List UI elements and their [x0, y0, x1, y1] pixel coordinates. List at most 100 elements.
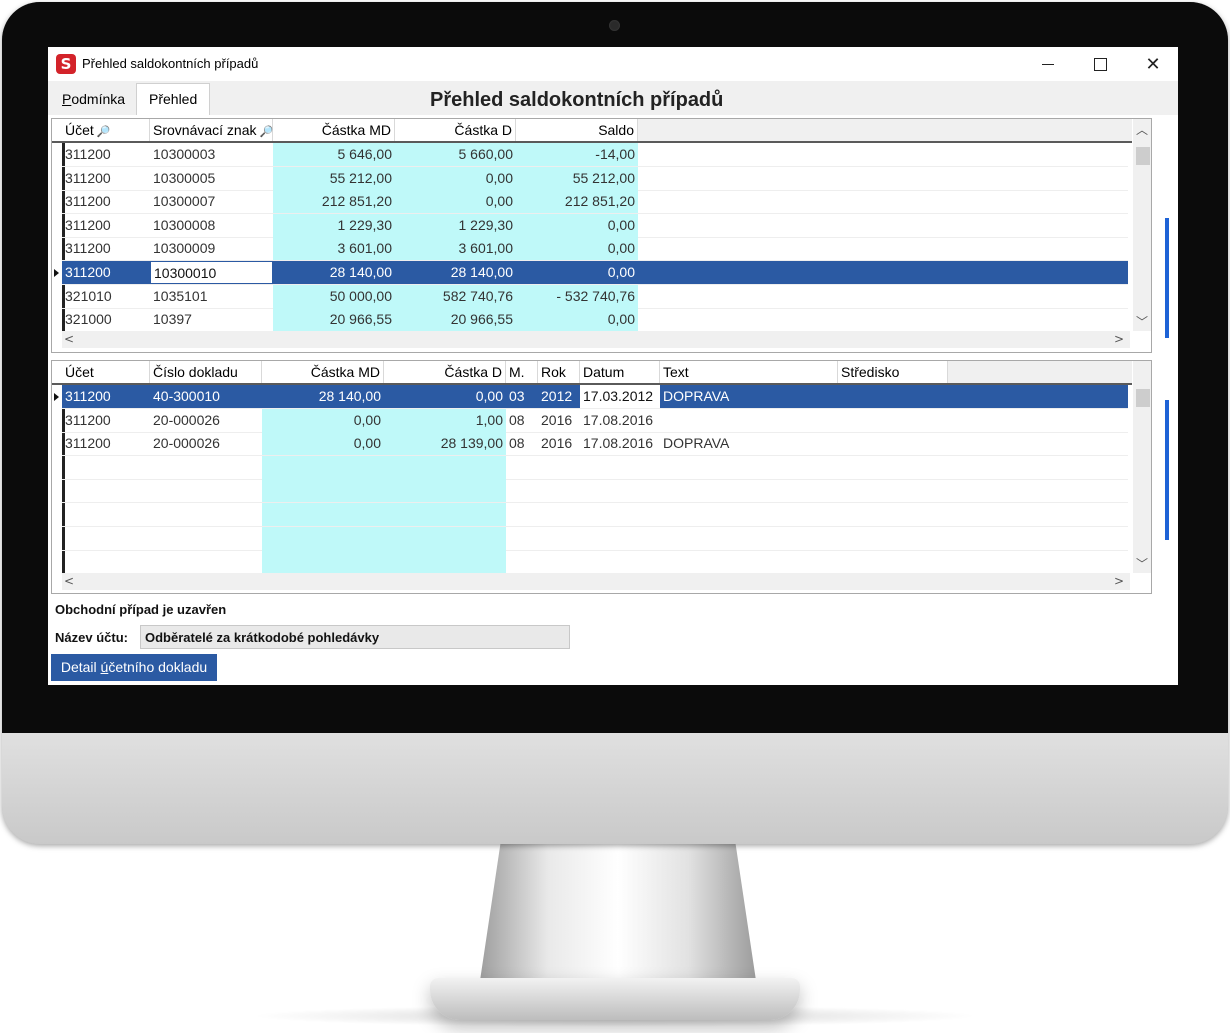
- column-header[interactable]: Částka MD: [273, 119, 395, 141]
- table-cell: 17.08.2016: [583, 435, 654, 452]
- table-cell: 10300007: [153, 193, 216, 210]
- table-cell: DOPRAVA: [663, 435, 730, 452]
- panel-splitter[interactable]: [1156, 118, 1176, 592]
- table-cell: [660, 527, 838, 550]
- column-header[interactable]: Účet: [62, 361, 150, 383]
- column-header-label: Srovnávací znak: [153, 122, 257, 138]
- column-header[interactable]: M.: [506, 361, 538, 383]
- scroll-left-icon[interactable]: <: [64, 331, 74, 348]
- table-cell: 0,00: [395, 166, 516, 190]
- document-detail-button[interactable]: Detail účetního dokladu: [51, 654, 217, 681]
- table-cell: [660, 503, 838, 526]
- table-cell: 311200: [65, 388, 111, 404]
- table-row[interactable]: 311200 10300009 3 601,00 3 601,00 0,00: [62, 237, 1128, 262]
- scroll-left-icon[interactable]: <: [64, 573, 74, 590]
- table-cell: 321000: [65, 311, 112, 328]
- account-name-label: Název účtu:: [55, 630, 128, 645]
- table-cell: [62, 479, 150, 502]
- table-cell: 311200: [65, 169, 111, 186]
- cases-grid-vscroll[interactable]: ︿ ﹀: [1133, 119, 1151, 331]
- column-header[interactable]: Srovnávací znak 🔎: [150, 119, 273, 141]
- table-cell: 5 646,00: [273, 143, 395, 166]
- window-title: Přehled saldokontních případů: [82, 56, 259, 71]
- tab-podminka[interactable]: Podmínka: [50, 84, 138, 114]
- scroll-thumb[interactable]: [1136, 389, 1150, 407]
- column-header[interactable]: Částka D: [395, 119, 516, 141]
- cases-grid-hscroll[interactable]: < >: [62, 331, 1130, 348]
- column-header[interactable]: Saldo: [516, 119, 638, 141]
- table-cell: 0,00: [516, 308, 638, 332]
- table-cell: [384, 526, 506, 550]
- table-cell: [660, 550, 838, 573]
- table-cell: 1,00: [384, 408, 506, 432]
- table-row[interactable]: 311200 40-300010 28 140,00 0,00 03 2012 17.03.…: [62, 385, 1128, 409]
- table-cell: [62, 550, 150, 573]
- table-cell: 03: [509, 388, 525, 404]
- table-cell: [838, 527, 948, 550]
- table-cell: 212 851,20: [516, 190, 638, 214]
- column-header[interactable]: Text: [660, 361, 838, 383]
- scroll-right-icon[interactable]: >: [1114, 331, 1124, 348]
- table-row[interactable]: 311200 20-000026 0,00 28 139,00 08 2016 17.08.…: [62, 432, 1128, 457]
- table-cell: 582 740,76: [395, 284, 516, 308]
- column-header[interactable]: Středisko: [838, 361, 948, 383]
- documents-grid-vscroll[interactable]: ﹀: [1133, 361, 1151, 573]
- documents-grid-header: Účet Číslo dokladu Částka MD Částka D M. Rok D…: [52, 361, 1132, 385]
- table-cell: 20 966,55: [273, 308, 395, 332]
- table-row[interactable]: 311200 10300008 1 229,30 1 229,30 0,00: [62, 213, 1128, 238]
- table-cell: [838, 479, 948, 502]
- table-row[interactable]: 311200 20-000026 0,00 1,00 08 2016 17.08.2016: [62, 408, 1128, 433]
- detail-btn-post: četního dokladu: [108, 659, 208, 675]
- column-header[interactable]: Číslo dokladu: [150, 361, 262, 383]
- tab-podminka-mnemonic: P: [62, 91, 72, 107]
- table-row[interactable]: 311200 10300003 5 646,00 5 660,00 -14,00: [62, 143, 1128, 167]
- case-status-text: Obchodní případ je uzavřen: [55, 602, 227, 617]
- scroll-down-icon[interactable]: ﹀: [1136, 313, 1148, 330]
- scroll-down-icon[interactable]: ﹀: [1136, 555, 1148, 572]
- table-cell: [838, 503, 948, 526]
- header-filler: [638, 119, 1132, 141]
- table-cell: [506, 550, 538, 573]
- documents-grid-hscroll[interactable]: < >: [62, 573, 1130, 590]
- table-cell: 28 139,00: [384, 432, 506, 456]
- table-cell: 55 212,00: [516, 166, 638, 190]
- cell-editor[interactable]: 10300010: [150, 261, 273, 284]
- table-cell: [150, 503, 262, 526]
- table-cell: [384, 479, 506, 503]
- column-header[interactable]: Účet 🔎: [62, 119, 150, 141]
- column-header-label: Saldo: [598, 122, 634, 138]
- column-header[interactable]: Datum: [580, 361, 660, 383]
- empty-row: [62, 550, 1128, 575]
- scroll-right-icon[interactable]: >: [1114, 573, 1124, 590]
- column-header[interactable]: Částka D: [384, 361, 506, 383]
- tab-prehled[interactable]: Přehled: [136, 83, 211, 115]
- cases-grid[interactable]: Účet 🔎 Srovnávací znak 🔎 Částka MD Částka D…: [51, 118, 1152, 353]
- column-header[interactable]: Rok: [538, 361, 580, 383]
- scroll-thumb[interactable]: [1136, 147, 1150, 165]
- scroll-up-icon[interactable]: ︿: [1136, 121, 1148, 138]
- table-cell: [62, 503, 150, 526]
- table-row[interactable]: 321010 1035101 50 000,00 582 740,76- 532 74…: [62, 284, 1128, 309]
- camera-icon: [609, 20, 620, 31]
- table-cell: [506, 503, 538, 526]
- column-header[interactable]: Částka MD: [262, 361, 384, 383]
- table-row[interactable]: 311200 10300010 28 140,00 28 140,00 0,00: [62, 261, 1128, 285]
- table-cell: 311200: [65, 411, 111, 428]
- search-icon[interactable]: 🔎: [94, 126, 111, 138]
- documents-grid[interactable]: Účet Číslo dokladu Částka MD Částka D M. Rok D…: [51, 360, 1152, 594]
- search-icon[interactable]: 🔎: [257, 126, 274, 138]
- table-cell: [538, 479, 580, 502]
- table-row[interactable]: 321000 10397 20 966,55 20 966,55 0,00: [62, 308, 1128, 333]
- table-row[interactable]: 311200 10300005 55 212,00 0,00 55 212,00: [62, 166, 1128, 191]
- table-cell: [384, 550, 506, 574]
- table-cell: 0,00: [262, 408, 384, 432]
- table-cell: 2016: [541, 435, 573, 452]
- table-cell: [660, 409, 838, 432]
- table-cell: [262, 550, 384, 574]
- table-cell: [262, 526, 384, 550]
- close-button[interactable]: ✕: [1133, 51, 1173, 77]
- table-cell: 311200: [65, 264, 111, 280]
- maximize-button[interactable]: [1080, 51, 1120, 77]
- minimize-button[interactable]: [1028, 51, 1068, 77]
- table-row[interactable]: 311200 10300007 212 851,20 0,00 212 851,20: [62, 190, 1128, 215]
